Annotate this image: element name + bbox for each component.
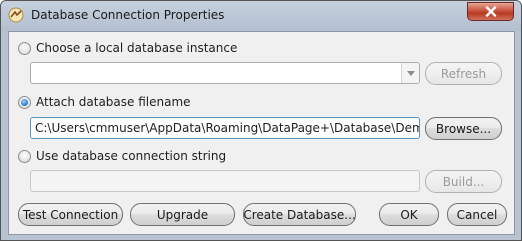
local-instance-option[interactable]: Choose a local database instance — [18, 41, 237, 55]
database-connection-icon — [8, 7, 24, 23]
dialog-content: Choose a local database instance Refresh… — [8, 31, 515, 235]
title-bar[interactable]: Database Connection Properties — [1, 1, 521, 31]
connection-string-input[interactable] — [30, 170, 420, 192]
refresh-button[interactable]: Refresh — [425, 62, 502, 85]
browse-button[interactable]: Browse... — [425, 117, 502, 140]
local-instance-combobox[interactable] — [30, 62, 420, 84]
chevron-down-icon — [406, 70, 415, 76]
window-title: Database Connection Properties — [31, 8, 225, 22]
dropdown-button[interactable] — [401, 63, 419, 83]
connection-string-label: Use database connection string — [36, 149, 227, 163]
cancel-button[interactable]: Cancel — [447, 203, 507, 226]
local-instance-radio[interactable] — [18, 41, 31, 55]
ok-button[interactable]: OK — [379, 203, 439, 226]
upgrade-button[interactable]: Upgrade — [130, 203, 235, 226]
create-database-button[interactable]: Create Database... — [243, 203, 356, 226]
attach-file-label: Attach database filename — [36, 95, 191, 109]
connection-string-radio[interactable] — [18, 149, 31, 163]
build-button[interactable]: Build... — [425, 170, 502, 193]
attach-file-option[interactable]: Attach database filename — [18, 95, 191, 109]
database-filename-input[interactable]: C:\Users\cmmuser\AppData\Roaming\DataPag… — [30, 117, 420, 139]
close-icon — [485, 6, 496, 17]
dialog-window: Database Connection Properties Choose a … — [0, 0, 522, 241]
close-button[interactable] — [467, 2, 514, 21]
connection-string-option[interactable]: Use database connection string — [18, 149, 226, 163]
database-filename-value: C:\Users\cmmuser\AppData\Roaming\DataPag… — [35, 121, 420, 135]
attach-file-radio[interactable] — [18, 95, 31, 109]
test-connection-button[interactable]: Test Connection — [18, 203, 123, 226]
local-instance-label: Choose a local database instance — [36, 41, 238, 55]
